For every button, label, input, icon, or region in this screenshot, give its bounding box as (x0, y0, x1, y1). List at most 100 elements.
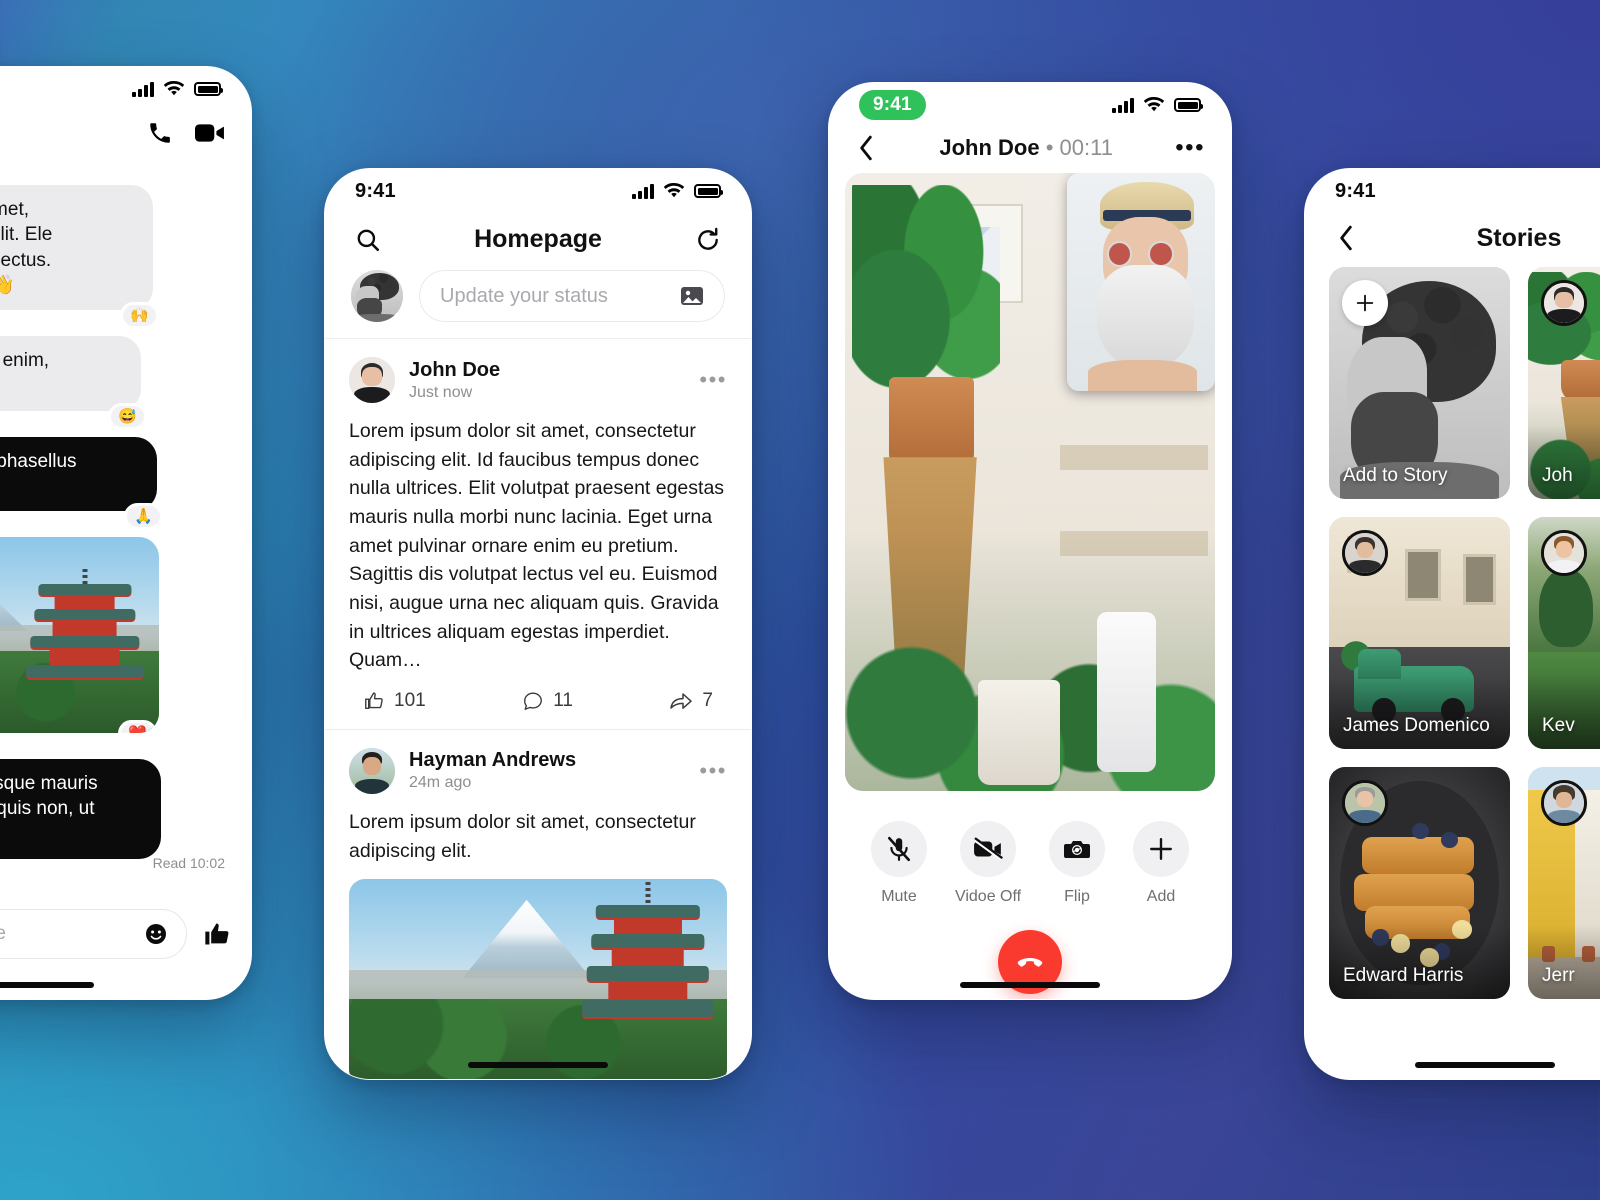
story-label: Jerr (1542, 965, 1575, 986)
video-off-button[interactable]: Vidoe Off (955, 821, 1021, 906)
add-label: Add (1146, 888, 1176, 905)
chat-bubble-text: mod nunc, sit phasellus . (0, 450, 77, 472)
mic-off-icon[interactable] (870, 821, 927, 877)
wifi-icon (663, 183, 685, 198)
status-time-stories: 9:41 (1335, 179, 1376, 202)
story-card[interactable]: Joh (1528, 267, 1600, 499)
like-button[interactable]: 101 (363, 690, 426, 712)
story-card[interactable]: Kev (1528, 517, 1600, 749)
call-name-text: John Doe (939, 135, 1040, 160)
mount-fuji-pagoda-photo (0, 537, 159, 734)
battery-icon (694, 184, 723, 198)
refresh-icon[interactable] (695, 227, 721, 253)
chat-bubble[interactable]: um dolor sit amet, ur adipiscing elit. E… (0, 185, 159, 330)
curly-hair-avatar (351, 270, 403, 322)
chat-reaction[interactable]: ❤️ (118, 720, 157, 734)
story-card[interactable]: Add to Story (1329, 267, 1510, 499)
chat-reaction[interactable]: 🙏 (124, 503, 163, 531)
plus-icon[interactable] (1342, 280, 1388, 326)
post-author[interactable]: John Doe (409, 359, 500, 382)
video-off-icon[interactable] (960, 821, 1017, 877)
home-indicator (468, 1062, 608, 1068)
call-contact-name: John Doe • 00:11 (939, 135, 1113, 161)
status-input[interactable]: Update your status (419, 270, 725, 322)
mount-fuji-pagoda-photo (349, 879, 727, 1079)
story-card[interactable]: Jerr (1528, 767, 1600, 999)
chat-bubble[interactable]: tis, et, pretium enim, n ut pharetra. 😅 (0, 336, 147, 430)
story-label: Kev (1542, 715, 1575, 736)
share-count: 7 (702, 689, 713, 711)
kevin-avatar[interactable] (1541, 530, 1587, 576)
chat-reaction[interactable]: 😅 (108, 402, 147, 430)
video-icon[interactable] (195, 120, 225, 146)
feed-post: John Doe Just now ••• Lorem ipsum dolor … (325, 338, 751, 729)
story-card[interactable]: Edward Harris (1329, 767, 1510, 999)
james-avatar[interactable] (1342, 530, 1388, 576)
mute-button[interactable]: Mute (870, 821, 927, 906)
chat-bubble[interactable]: mod nunc, sit phasellus . 🙏 (0, 436, 163, 531)
call-menu-button[interactable]: ••• (1175, 136, 1205, 159)
home-indicator (1414, 1062, 1555, 1068)
story-label: Joh (1542, 465, 1573, 486)
home-indicator (0, 982, 95, 988)
chat-photo-message[interactable]: ❤️ (0, 537, 159, 734)
chat-message-list: 1 um dolor sit amet, ur adipiscing elit.… (0, 156, 251, 871)
cellular-icon (132, 81, 154, 97)
story-label: James Domenico (1343, 715, 1490, 736)
emoji-icon[interactable] (144, 922, 168, 946)
battery-icon (1174, 98, 1203, 112)
call-duration: 00:11 (1059, 135, 1113, 160)
mute-label: Mute (881, 888, 917, 905)
call-video-stage[interactable] (845, 173, 1215, 791)
post-body: Lorem ipsum dolor sit amet, consectetur … (349, 420, 725, 672)
status-bar-homepage: 9:41 (325, 169, 751, 213)
camera-flip-icon[interactable] (1049, 821, 1106, 877)
post-image[interactable] (349, 879, 727, 1079)
chat-message-input[interactable]: end a message (0, 909, 187, 959)
avatar[interactable] (349, 747, 395, 794)
share-button[interactable]: 7 (669, 690, 713, 712)
like-count: 101 (394, 689, 426, 711)
flip-camera-button[interactable]: Flip (1049, 821, 1106, 906)
story-label: Edward Harris (1343, 965, 1464, 986)
post-author[interactable]: Hayman Andrews (409, 749, 576, 772)
status-composer-row: Update your status (325, 270, 751, 338)
post-menu-button[interactable]: ••• (699, 759, 727, 781)
avatar[interactable] (351, 270, 403, 322)
cellular-icon (632, 183, 654, 199)
phone-hangup-icon (1017, 958, 1043, 967)
post-body: Lorem ipsum dolor sit amet, consectetur … (349, 810, 696, 862)
call-self-view[interactable] (1067, 173, 1215, 391)
search-icon[interactable] (355, 227, 381, 253)
page-title: Homepage (474, 225, 602, 253)
chevron-left-icon[interactable] (855, 135, 877, 161)
battery-icon (194, 82, 223, 96)
status-input-placeholder: Update your status (440, 284, 608, 307)
image-icon[interactable] (680, 285, 704, 307)
status-bar-chat: 9:41 (0, 67, 251, 111)
jerry-avatar[interactable] (1541, 780, 1587, 826)
chat-bubble[interactable]: nullam scelerisque mauris . Ullamcorper … (0, 759, 161, 859)
comment-button[interactable]: 11 (522, 690, 573, 712)
plus-icon[interactable] (1133, 821, 1190, 877)
post-menu-button[interactable]: ••• (699, 368, 727, 390)
status-time-call: 9:41 (859, 90, 926, 120)
add-participant-button[interactable]: Add (1133, 821, 1190, 906)
chat-timestamp: 1 (0, 162, 229, 177)
homepage-nav: Homepage (325, 213, 751, 270)
call-nav: John Doe • 00:11 ••• (829, 127, 1231, 173)
flip-label: Flip (1064, 888, 1090, 905)
post-timestamp: Just now (409, 383, 473, 401)
john-avatar[interactable] (1541, 280, 1587, 326)
chat-bubble-text: um dolor sit amet, ur adipiscing elit. E… (0, 199, 53, 296)
edward-avatar[interactable] (1342, 780, 1388, 826)
john-doe-avatar (349, 357, 395, 403)
chat-header: e (0, 111, 251, 156)
phone-video-call-screen: 9:41 John Doe • 00:11 ••• Mute Vidoe Off… (828, 82, 1232, 1000)
phone-icon[interactable] (147, 120, 173, 146)
avatar[interactable] (349, 357, 395, 403)
thumbs-up-icon[interactable] (203, 920, 231, 948)
chat-reaction[interactable]: 🙌 (120, 302, 159, 330)
story-card[interactable]: James Domenico (1329, 517, 1510, 749)
old-man-straw-hat-photo (1067, 173, 1215, 391)
